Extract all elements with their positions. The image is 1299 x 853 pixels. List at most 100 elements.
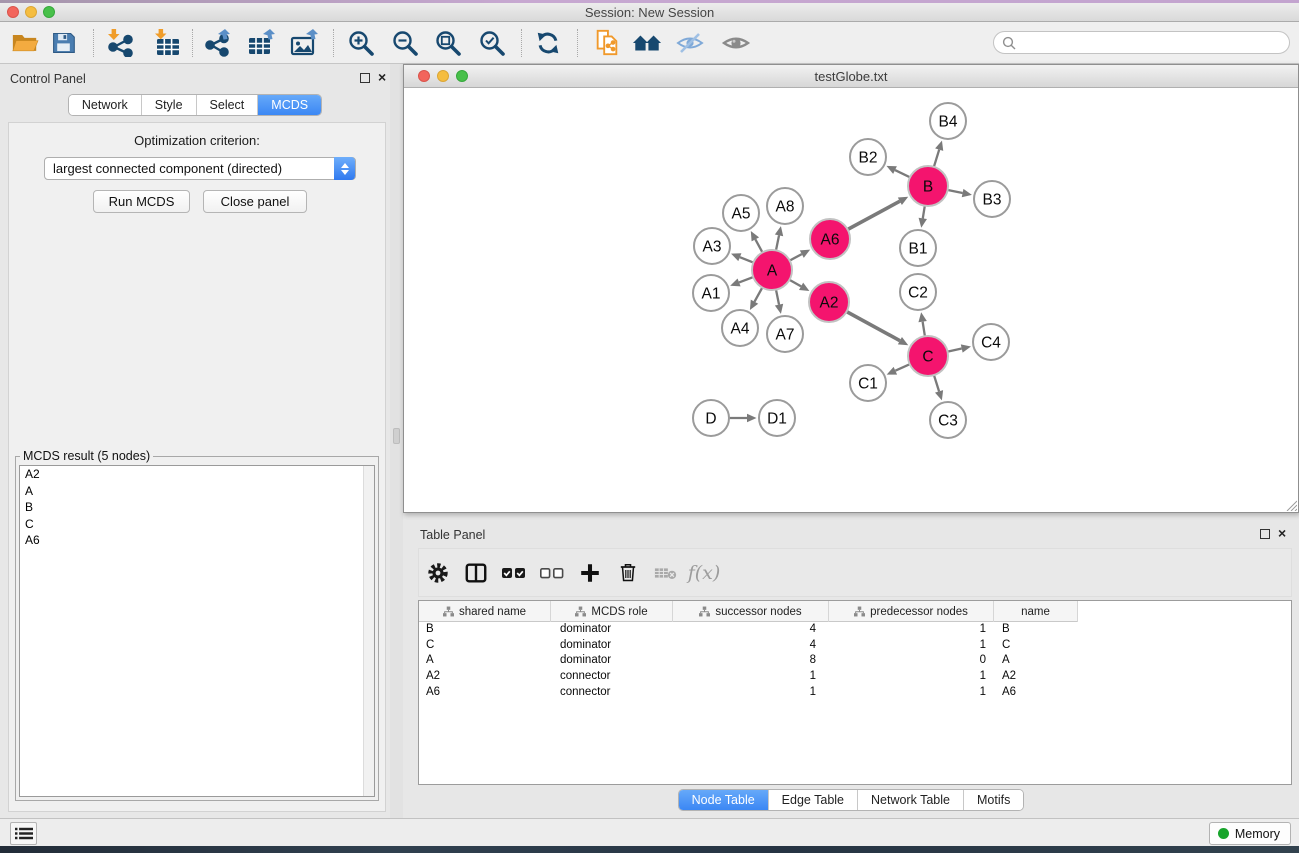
clone-network-icon[interactable] bbox=[591, 27, 623, 59]
table-cell: 1 bbox=[829, 669, 994, 685]
status-bar: Memory bbox=[0, 818, 1299, 846]
table-row[interactable]: A6connector11A6 bbox=[419, 685, 1291, 701]
show-all-icon[interactable] bbox=[720, 27, 752, 59]
ui-settings-button[interactable] bbox=[10, 822, 37, 845]
optimization-criterion-select[interactable]: largest connected component (directed) bbox=[44, 157, 356, 180]
edge-arrowhead bbox=[730, 278, 740, 286]
import-table-icon[interactable] bbox=[151, 27, 183, 59]
first-neighbors-icon[interactable] bbox=[631, 27, 663, 59]
table-row[interactable]: Bdominator41B bbox=[419, 622, 1291, 638]
resize-grip-icon[interactable] bbox=[1283, 497, 1297, 511]
node-label: D1 bbox=[767, 411, 787, 428]
table-cell: 4 bbox=[673, 622, 829, 638]
table-cell: 1 bbox=[829, 638, 994, 654]
table-cell: 1 bbox=[673, 685, 829, 701]
column-header-successor-nodes[interactable]: successor nodes bbox=[673, 601, 829, 622]
tab-edge-table[interactable]: Edge Table bbox=[769, 790, 858, 810]
table-row[interactable]: A2connector11A2 bbox=[419, 669, 1291, 685]
node-label: B bbox=[923, 179, 933, 196]
column-header-MCDS-role[interactable]: MCDS role bbox=[551, 601, 673, 622]
network-window-titlebar[interactable]: testGlobe.txt bbox=[404, 65, 1298, 88]
table-cell: 0 bbox=[829, 653, 994, 669]
node-label: A4 bbox=[731, 321, 750, 338]
hide-selected-icon[interactable] bbox=[674, 27, 706, 59]
result-item[interactable]: A6 bbox=[20, 532, 374, 549]
result-scrollbar[interactable] bbox=[363, 466, 374, 796]
node-label: B2 bbox=[859, 150, 878, 167]
close-panel-icon[interactable]: × bbox=[1278, 524, 1286, 542]
search-field[interactable] bbox=[993, 31, 1290, 54]
node-label: C1 bbox=[858, 376, 878, 393]
tab-network-table[interactable]: Network Table bbox=[858, 790, 964, 810]
function-builder-icon: f(x) bbox=[685, 556, 723, 590]
node-label: A3 bbox=[703, 239, 722, 256]
edge-arrowhead bbox=[775, 226, 783, 236]
memory-label: Memory bbox=[1235, 827, 1280, 841]
table-cell: 8 bbox=[673, 653, 829, 669]
show-column-icon[interactable] bbox=[457, 556, 495, 590]
zoom-in-icon[interactable] bbox=[345, 27, 377, 59]
table-cell: A2 bbox=[994, 669, 1078, 685]
column-settings-icon[interactable] bbox=[419, 556, 457, 590]
table-row[interactable]: Cdominator41C bbox=[419, 638, 1291, 654]
open-file-icon[interactable] bbox=[9, 27, 41, 59]
result-item[interactable]: C bbox=[20, 516, 374, 533]
control-panel-title: Control Panel bbox=[10, 72, 86, 86]
float-panel-icon[interactable] bbox=[360, 73, 370, 83]
table-cell: C bbox=[994, 638, 1078, 654]
tab-node-table[interactable]: Node Table bbox=[679, 790, 769, 810]
select-all-icon[interactable] bbox=[495, 556, 533, 590]
node-label: C4 bbox=[981, 335, 1001, 352]
add-icon[interactable] bbox=[571, 556, 609, 590]
node-label: C bbox=[922, 349, 933, 366]
import-network-icon[interactable] bbox=[104, 27, 136, 59]
main-toolbar bbox=[0, 22, 1299, 64]
result-item[interactable]: A bbox=[20, 483, 374, 500]
table-cell: A bbox=[419, 653, 551, 669]
network-window-title: testGlobe.txt bbox=[404, 69, 1298, 84]
export-image-icon[interactable] bbox=[288, 27, 320, 59]
edge-arrowhead bbox=[935, 390, 943, 400]
attribute-type-icon bbox=[575, 606, 586, 617]
node-label: B1 bbox=[909, 241, 928, 258]
network-graph[interactable]: B4B2BB3A8A5A6A3B1AC2A1A2A4A7C4CC1DD1C3 bbox=[404, 88, 1298, 512]
close-panel-icon[interactable]: × bbox=[378, 68, 386, 86]
export-table-icon[interactable] bbox=[245, 27, 277, 59]
delete-table-icon bbox=[647, 556, 685, 590]
tab-style[interactable]: Style bbox=[142, 95, 197, 115]
zoom-selected-icon[interactable] bbox=[476, 27, 508, 59]
table-cell: A2 bbox=[419, 669, 551, 685]
delete-icon[interactable] bbox=[609, 556, 647, 590]
tab-mcds[interactable]: MCDS bbox=[258, 95, 321, 115]
control-panel: Control Panel × NetworkStyleSelectMCDS O… bbox=[0, 64, 390, 820]
table-row[interactable]: Adominator80A bbox=[419, 653, 1291, 669]
search-input[interactable] bbox=[1016, 36, 1266, 50]
tab-select[interactable]: Select bbox=[197, 95, 259, 115]
zoom-out-icon[interactable] bbox=[389, 27, 421, 59]
float-panel-icon[interactable] bbox=[1260, 529, 1270, 539]
column-header-name[interactable]: name bbox=[994, 601, 1078, 622]
deselect-all-icon[interactable] bbox=[533, 556, 571, 590]
memory-button[interactable]: Memory bbox=[1209, 822, 1291, 845]
divider-grip[interactable] bbox=[393, 428, 400, 444]
apply-layout-icon[interactable] bbox=[532, 27, 564, 59]
table-toolbar: f(x) bbox=[418, 548, 1292, 597]
run-mcds-button[interactable]: Run MCDS bbox=[93, 190, 190, 213]
export-network-icon[interactable] bbox=[202, 27, 234, 59]
column-header-predecessor-nodes[interactable]: predecessor nodes bbox=[829, 601, 994, 622]
result-item[interactable]: A2 bbox=[20, 466, 374, 483]
node-label: C3 bbox=[938, 413, 958, 430]
save-session-icon[interactable] bbox=[47, 27, 79, 59]
result-item[interactable]: B bbox=[20, 499, 374, 516]
tab-network[interactable]: Network bbox=[69, 95, 142, 115]
split-pane-divider[interactable] bbox=[390, 64, 403, 820]
column-header-shared-name[interactable]: shared name bbox=[419, 601, 551, 622]
table-cell: 4 bbox=[673, 638, 829, 654]
close-panel-button[interactable]: Close panel bbox=[203, 190, 307, 213]
table-cell: connector bbox=[551, 685, 673, 701]
node-label: B3 bbox=[983, 192, 1002, 209]
zoom-fit-icon[interactable] bbox=[432, 27, 464, 59]
tab-motifs[interactable]: Motifs bbox=[964, 790, 1023, 810]
edge-arrowhead bbox=[961, 344, 971, 352]
table-cell: 1 bbox=[829, 685, 994, 701]
